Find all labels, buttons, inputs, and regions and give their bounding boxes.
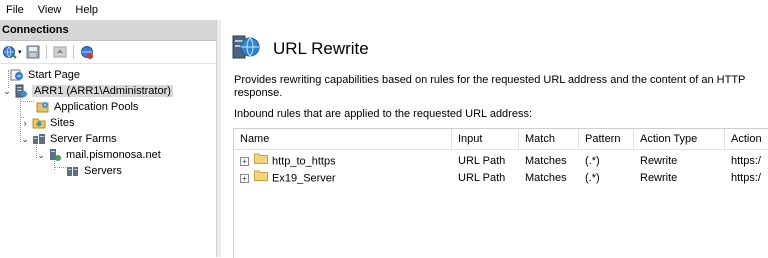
- inbound-rules-label: Inbound rules that are applied to the re…: [234, 108, 533, 120]
- connections-toolbar: ▾: [0, 41, 216, 64]
- server-farm-icon: [48, 148, 62, 162]
- rule-match: Matches: [525, 155, 567, 167]
- folder-icon: [254, 153, 268, 170]
- sites-folder-icon: [32, 116, 46, 130]
- main-pane: URL Rewrite Provides rewriting capabilit…: [221, 20, 768, 258]
- expand-plus-icon[interactable]: +: [240, 157, 249, 166]
- collapse-arrow-icon[interactable]: ⌄: [36, 150, 46, 160]
- tree-label-server: ARR1 (ARR1\Administrator): [32, 85, 173, 97]
- rule-name: http_to_https: [272, 155, 336, 168]
- column-header-match[interactable]: Match: [519, 129, 579, 149]
- connections-tree: Start Page ⌄ ARR1 (ARR1\Administrator) A…: [0, 64, 216, 179]
- rule-pattern: (.*): [585, 172, 600, 184]
- folder-icon: [254, 170, 268, 187]
- column-header-action-type[interactable]: Action Type: [634, 129, 725, 149]
- connect-server-icon[interactable]: [79, 44, 95, 60]
- rule-input: URL Path: [458, 155, 506, 167]
- tree-label-server-farms: Server Farms: [50, 133, 117, 145]
- rule-action: https:/: [731, 172, 761, 184]
- collapse-arrow-icon[interactable]: ⌄: [2, 86, 12, 96]
- tree-label-start-page: Start Page: [28, 69, 80, 81]
- tree-item-application-pools[interactable]: Application Pools: [0, 99, 216, 115]
- application-pools-icon: [36, 100, 50, 114]
- table-header: Name Input Match Pattern Action Type Act…: [234, 129, 768, 150]
- tree-label-application-pools: Application Pools: [54, 101, 139, 113]
- menu-help[interactable]: Help: [68, 4, 105, 16]
- up-icon[interactable]: [52, 44, 68, 60]
- rule-name: Ex19_Server: [272, 172, 336, 185]
- connections-header: Connections: [0, 20, 216, 41]
- page-header: URL Rewrite: [229, 32, 369, 65]
- page-title: URL Rewrite: [273, 38, 369, 58]
- tree-item-sites[interactable]: › Sites: [0, 115, 216, 131]
- url-rewrite-icon: [229, 32, 263, 65]
- dropdown-arrow-icon[interactable]: ▾: [18, 48, 22, 56]
- tree-item-servers[interactable]: Servers: [0, 163, 216, 179]
- tree-label-sites: Sites: [50, 117, 75, 129]
- column-header-name[interactable]: Name: [234, 129, 452, 149]
- table-row[interactable]: + http_to_https URL Path Matches (.*) Rew…: [234, 153, 768, 170]
- save-icon[interactable]: [25, 44, 41, 60]
- tree-item-start-page[interactable]: Start Page: [0, 67, 216, 83]
- rule-pattern: (.*): [585, 155, 600, 167]
- tree-item-server-farms[interactable]: ⌄ Server Farms: [0, 131, 216, 147]
- menu-view[interactable]: View: [31, 4, 69, 16]
- tree-item-farm[interactable]: ⌄ mail.pismonosa.net: [0, 147, 216, 163]
- expand-arrow-icon[interactable]: ›: [20, 118, 30, 128]
- rule-input: URL Path: [458, 172, 506, 184]
- server-icon: [14, 84, 28, 98]
- column-header-pattern[interactable]: Pattern: [579, 129, 634, 149]
- menu-file[interactable]: File: [0, 4, 31, 16]
- inbound-rules-table: Name Input Match Pattern Action Type Act…: [233, 128, 768, 258]
- server-farms-icon: [32, 132, 46, 146]
- connections-pane: Connections ▾ Start Page ⌄ ARR1 (ARR1\Ad…: [0, 20, 216, 257]
- servers-icon: [66, 164, 80, 178]
- toolbar-separator: [72, 45, 74, 59]
- tree-item-server[interactable]: ⌄ ARR1 (ARR1\Administrator): [0, 83, 216, 99]
- column-header-action[interactable]: Action: [725, 129, 768, 149]
- table-row[interactable]: + Ex19_Server URL Path Matches (.*) Rewri…: [234, 170, 768, 187]
- tree-label-farm: mail.pismonosa.net: [66, 149, 161, 161]
- toolbar-separator: [45, 45, 47, 59]
- rule-action-type: Rewrite: [640, 155, 678, 167]
- rule-match: Matches: [525, 172, 567, 184]
- column-header-input[interactable]: Input: [452, 129, 519, 149]
- rule-action-type: Rewrite: [640, 172, 678, 184]
- rule-action: https:/: [731, 155, 761, 167]
- start-page-icon: [10, 68, 24, 82]
- menu-bar: File View Help: [0, 0, 768, 20]
- tree-label-servers: Servers: [84, 165, 122, 177]
- connect-globe-icon[interactable]: [2, 44, 18, 60]
- collapse-arrow-icon[interactable]: ⌄: [20, 134, 30, 144]
- page-description: Provides rewriting capabilities based on…: [234, 74, 746, 99]
- expand-plus-icon[interactable]: +: [240, 174, 249, 183]
